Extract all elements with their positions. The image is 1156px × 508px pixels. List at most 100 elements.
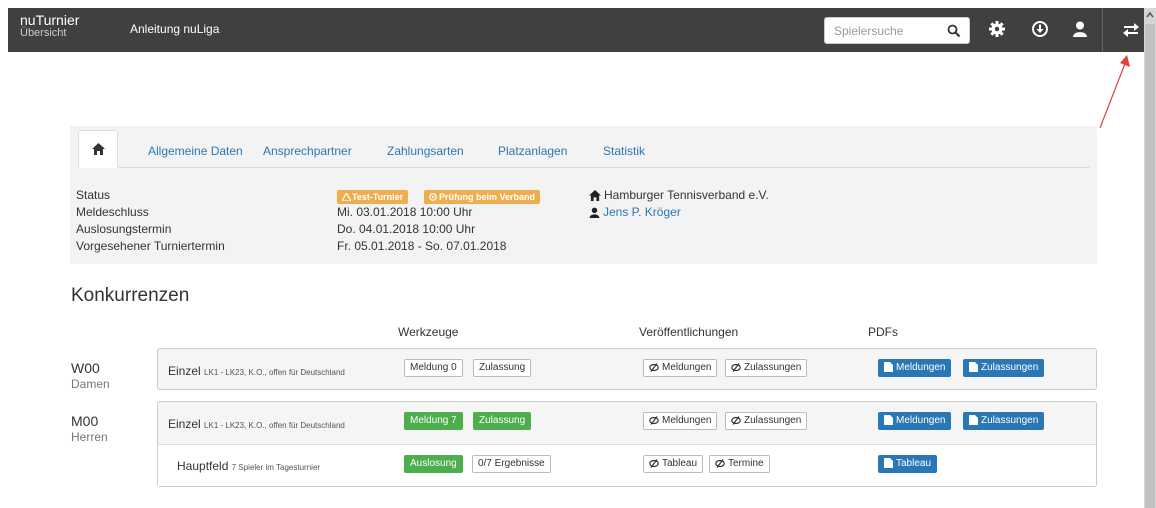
switch-arrows-icon[interactable] <box>1122 21 1140 39</box>
category-code: W00 <box>71 360 100 376</box>
home-icon <box>589 190 601 201</box>
download-icon[interactable] <box>1031 20 1049 38</box>
eye-slash-icon <box>649 459 659 468</box>
value-meldeschluss: Mi. 03.01.2018 10:00 Uhr <box>337 205 473 219</box>
badge-pruefung-label: Prüfung beim Verband <box>439 192 536 202</box>
meldung-button[interactable]: Meldung 7 <box>404 412 463 430</box>
competition-row: Einzel LK1 - LK23, K.O., offen für Deuts… <box>157 348 1097 390</box>
brand-title: nuTurnier <box>20 12 80 28</box>
publish-zulassungen-button[interactable]: Zulassungen <box>725 359 808 377</box>
document-icon <box>969 415 978 425</box>
pdf-tableau-label: Tableau <box>896 458 932 469</box>
zulassung-button[interactable]: Zulassung <box>473 359 532 377</box>
tab-statistik[interactable]: Statistik <box>603 144 645 158</box>
user-icon[interactable] <box>1071 20 1089 38</box>
pdf-zulassungen-label: Zulassungen <box>981 415 1039 426</box>
pdf-zulassungen-label: Zulassungen <box>981 362 1039 373</box>
pdf-meldungen-button[interactable]: Meldungen <box>878 412 952 430</box>
nav-link-anleitung[interactable]: Anleitung nuLiga <box>130 22 219 36</box>
user-icon <box>589 207 600 218</box>
annotation-arrow <box>1099 55 1130 129</box>
label-turniertermin: Vorgesehener Turniertermin <box>76 239 225 253</box>
publish-zulassungen-label: Zulassungen <box>744 362 802 373</box>
column-veroeffentlichungen: Veröffentlichungen <box>639 325 739 339</box>
navbar-separator <box>1102 8 1103 52</box>
event-name: Einzel LK1 - LK23, K.O., offen für Deuts… <box>168 417 345 431</box>
tournament-info-panel: Allgemeine Daten Ansprechpartner Zahlung… <box>70 126 1097 264</box>
meldung-button[interactable]: Meldung 0 <box>404 359 463 377</box>
page-scrollbar[interactable] <box>1144 8 1156 508</box>
auslosung-button[interactable]: Auslosung <box>404 455 463 473</box>
contact-name[interactable]: Jens P. Kröger <box>603 205 681 219</box>
pdf-meldungen-label: Meldungen <box>896 362 946 373</box>
event-detail: LK1 - LK23, K.O., offen für Deutschland <box>204 368 345 377</box>
label-status: Status <box>76 188 111 202</box>
ergebnisse-button[interactable]: 0/7 Ergebnisse <box>472 455 551 473</box>
publish-tableau-label: Tableau <box>662 458 698 469</box>
eye-slash-icon <box>731 363 741 372</box>
scrollbar-thumb[interactable] <box>1145 24 1155 508</box>
publish-zulassungen-button[interactable]: Zulassungen <box>725 412 808 430</box>
publish-termine-label: Termine <box>728 458 764 469</box>
value-auslosungstermin: Do. 04.01.2018 10:00 Uhr <box>337 222 476 236</box>
publish-meldungen-button[interactable]: Meldungen <box>643 412 718 430</box>
publish-tableau-button[interactable]: Tableau <box>643 455 704 473</box>
draw-detail: 7 Spieler im Tagesturnier <box>231 463 321 472</box>
tab-ansprechpartner[interactable]: Ansprechpartner <box>263 144 352 158</box>
document-icon <box>884 362 893 372</box>
warning-icon <box>340 191 353 202</box>
draw-row: Hauptfeld 7 Spieler im Tagesturnier Ausl… <box>158 444 1096 486</box>
contact-person[interactable]: Jens P. Kröger <box>589 205 681 219</box>
eye-slash-icon <box>715 459 725 468</box>
event-detail: LK1 - LK23, K.O., offen für Deutschland <box>204 421 345 430</box>
draw-title: Hauptfeld <box>177 459 229 473</box>
search-input[interactable] <box>825 18 937 43</box>
draw-name: Hauptfeld 7 Spieler im Tagesturnier <box>177 459 320 473</box>
scroll-up-arrow-icon[interactable] <box>1146 11 1154 19</box>
category-label: Damen <box>71 377 110 391</box>
brand-subtitle: Übersicht <box>20 27 67 39</box>
publish-termine-button[interactable]: Termine <box>709 455 770 473</box>
brand[interactable]: nuTurnier Übersicht <box>20 12 80 40</box>
publish-meldungen-label: Meldungen <box>662 415 712 426</box>
pdf-meldungen-label: Meldungen <box>896 415 946 426</box>
competition-row: Einzel LK1 - LK23, K.O., offen für Deuts… <box>157 401 1097 487</box>
badge-pruefung: Prüfung beim Verband <box>424 190 541 204</box>
tab-platzanlagen[interactable]: Platzanlagen <box>498 144 567 158</box>
document-icon <box>884 458 893 468</box>
search-icon[interactable] <box>947 24 961 38</box>
pdf-tableau-button[interactable]: Tableau <box>878 455 938 473</box>
gear-icon[interactable] <box>988 20 1006 38</box>
home-icon <box>92 143 105 155</box>
event-title: Einzel <box>168 417 201 431</box>
document-icon <box>969 362 978 372</box>
label-auslosungstermin: Auslosungstermin <box>76 222 172 236</box>
event-row: Einzel LK1 - LK23, K.O., offen für Deuts… <box>158 402 1096 444</box>
publish-meldungen-button[interactable]: Meldungen <box>643 359 718 377</box>
pdf-zulassungen-button[interactable]: Zulassungen <box>963 412 1045 430</box>
section-title: Konkurrenzen <box>71 285 190 306</box>
publish-meldungen-label: Meldungen <box>662 362 712 373</box>
document-icon <box>884 415 893 425</box>
category-label: Herren <box>71 430 108 444</box>
event-title: Einzel <box>168 364 201 378</box>
player-search <box>824 17 970 44</box>
top-navbar: nuTurnier Übersicht Anleitung nuLiga <box>8 8 1144 52</box>
tab-home[interactable] <box>78 130 118 168</box>
category-code: M00 <box>71 413 99 429</box>
zulassung-button[interactable]: Zulassung <box>473 412 532 430</box>
badge-test-turnier: Test-Turnier <box>337 190 409 204</box>
column-werkzeuge: Werkzeuge <box>398 325 459 339</box>
badge-test-turnier-label: Test-Turnier <box>352 192 404 202</box>
organization: Hamburger Tennisverband e.V. <box>589 188 769 202</box>
tab-allgemeine-daten[interactable]: Allgemeine Daten <box>148 144 243 158</box>
value-turniertermin: Fr. 05.01.2018 - So. 07.01.2018 <box>337 239 507 253</box>
event-row: Einzel LK1 - LK23, K.O., offen für Deuts… <box>158 349 1096 391</box>
pdf-meldungen-button[interactable]: Meldungen <box>878 359 952 377</box>
eye-slash-icon <box>731 416 741 425</box>
eye-slash-icon <box>649 363 659 372</box>
publish-zulassungen-label: Zulassungen <box>744 415 802 426</box>
pdf-zulassungen-button[interactable]: Zulassungen <box>963 359 1045 377</box>
label-meldeschluss: Meldeschluss <box>76 205 149 219</box>
tab-zahlungsarten[interactable]: Zahlungsarten <box>387 144 464 158</box>
